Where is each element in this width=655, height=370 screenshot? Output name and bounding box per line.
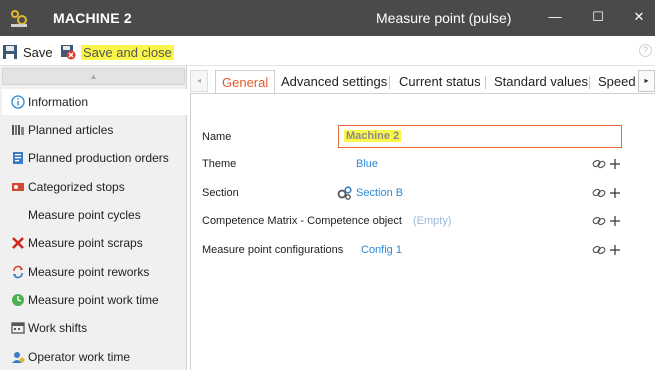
- sidebar-item-label: Planned articles: [28, 123, 114, 137]
- gears-icon: [337, 186, 352, 200]
- minimize-button[interactable]: —: [546, 8, 564, 26]
- reworks-icon: [13, 265, 23, 279]
- scraps-icon: [12, 237, 24, 249]
- configurations-value-link[interactable]: Config 1: [361, 244, 402, 256]
- save-button-label: Save: [23, 44, 53, 60]
- plus-icon[interactable]: [610, 159, 620, 169]
- name-label: Name: [202, 131, 232, 143]
- title-bar: MACHINE 2 Measure point (pulse) — ☐ ✕: [0, 0, 655, 36]
- sidebar-item-categorized-stops[interactable]: Categorized stops: [2, 174, 187, 200]
- sidebar-item-operator-work-time[interactable]: Operator work time: [2, 344, 187, 370]
- configurations-actions: [592, 243, 620, 257]
- maximize-button[interactable]: ☐: [589, 8, 607, 26]
- sidebar-item-measure-point-reworks[interactable]: Measure point reworks: [2, 259, 187, 285]
- competence-value-link[interactable]: (Empty): [413, 215, 452, 227]
- sidebar-item-label: Measure point cycles: [28, 208, 141, 222]
- save-and-close-button[interactable]: Save and close: [60, 43, 174, 61]
- tab-scroll-right-button[interactable]: ▸: [638, 70, 655, 92]
- info-icon: [11, 95, 25, 109]
- sidebar-item-label: Measure point scraps: [28, 236, 143, 250]
- name-input[interactable]: Machine 2: [338, 125, 622, 148]
- operator-icon: [12, 352, 25, 363]
- close-button[interactable]: ✕: [630, 8, 648, 26]
- tab-separator: [589, 76, 590, 89]
- window-title: Measure point (pulse): [376, 10, 512, 26]
- plus-icon[interactable]: [610, 216, 620, 226]
- sidebar-scroll-up-button[interactable]: ▲: [2, 68, 185, 85]
- plus-icon[interactable]: [610, 245, 620, 255]
- app-title: MACHINE 2: [53, 10, 132, 26]
- work-time-icon: [12, 294, 24, 306]
- tab-current-status[interactable]: Current status: [393, 70, 487, 94]
- sidebar-item-label: Information: [28, 95, 89, 109]
- sidebar-item-label: Measure point work time: [28, 293, 159, 307]
- sidebar: ▲ Information Planned articles Planned p…: [0, 66, 187, 370]
- machine-logo-icon: [11, 10, 27, 27]
- tab-speed[interactable]: Speed: [592, 70, 642, 94]
- section-label: Section: [202, 187, 239, 199]
- tab-general[interactable]: General: [215, 70, 276, 94]
- name-input-value: Machine 2: [344, 130, 402, 142]
- link-icon[interactable]: [592, 187, 606, 199]
- save-close-icon: [61, 45, 76, 60]
- work-shifts-icon: [11, 322, 25, 334]
- link-icon[interactable]: [592, 215, 606, 227]
- general-tab-content: Name Machine 2 Theme Blue Section Sectio…: [190, 93, 655, 370]
- sidebar-item-work-shifts[interactable]: Work shifts: [2, 315, 187, 341]
- tab-advanced-settings[interactable]: Advanced settings: [275, 70, 393, 94]
- sidebar-item-label: Planned production orders: [28, 151, 169, 165]
- sidebar-item-planned-articles[interactable]: Planned articles: [2, 117, 187, 143]
- sidebar-item-label: Categorized stops: [28, 180, 125, 194]
- sidebar-item-label: Measure point reworks: [28, 265, 150, 279]
- sidebar-item-label: Operator work time: [28, 350, 131, 364]
- sidebar-item-planned-production-orders[interactable]: Planned production orders: [2, 145, 187, 171]
- save-and-close-label: Save and close: [81, 44, 174, 60]
- articles-icon: [12, 125, 24, 135]
- tab-scroll-left-button[interactable]: ◂: [190, 70, 208, 92]
- sidebar-item-measure-point-cycles[interactable]: Measure point cycles: [2, 202, 187, 228]
- section-value-link[interactable]: Section B: [356, 187, 403, 199]
- competence-label: Competence Matrix - Competence object: [202, 215, 402, 227]
- sidebar-item-measure-point-work-time[interactable]: Measure point work time: [2, 287, 187, 313]
- link-icon[interactable]: [592, 158, 606, 170]
- theme-actions: [592, 157, 620, 171]
- tab-separator: [485, 76, 486, 89]
- configurations-label: Measure point configurations: [202, 244, 344, 256]
- save-button[interactable]: Save: [2, 43, 53, 61]
- tab-bar: ◂ General Advanced settings Current stat…: [188, 68, 655, 94]
- sidebar-item-label: Work shifts: [28, 321, 88, 335]
- theme-label: Theme: [202, 158, 237, 170]
- sidebar-item-information[interactable]: Information: [2, 89, 187, 115]
- sidebar-item-measure-point-scraps[interactable]: Measure point scraps: [2, 230, 187, 256]
- toolbar: Save Save and close ?: [0, 36, 655, 66]
- link-icon[interactable]: [592, 244, 606, 256]
- section-actions: [592, 186, 620, 200]
- orders-icon: [13, 152, 23, 164]
- main-panel: ◂ General Advanced settings Current stat…: [188, 66, 655, 370]
- tab-standard-values[interactable]: Standard values: [488, 70, 594, 94]
- stops-icon: [12, 183, 24, 191]
- competence-actions: [592, 214, 620, 228]
- tab-separator: [389, 76, 390, 89]
- theme-value-link[interactable]: Blue: [356, 158, 378, 170]
- help-icon[interactable]: ?: [639, 44, 652, 57]
- floppy-disk-icon: [3, 45, 17, 59]
- plus-icon[interactable]: [610, 188, 620, 198]
